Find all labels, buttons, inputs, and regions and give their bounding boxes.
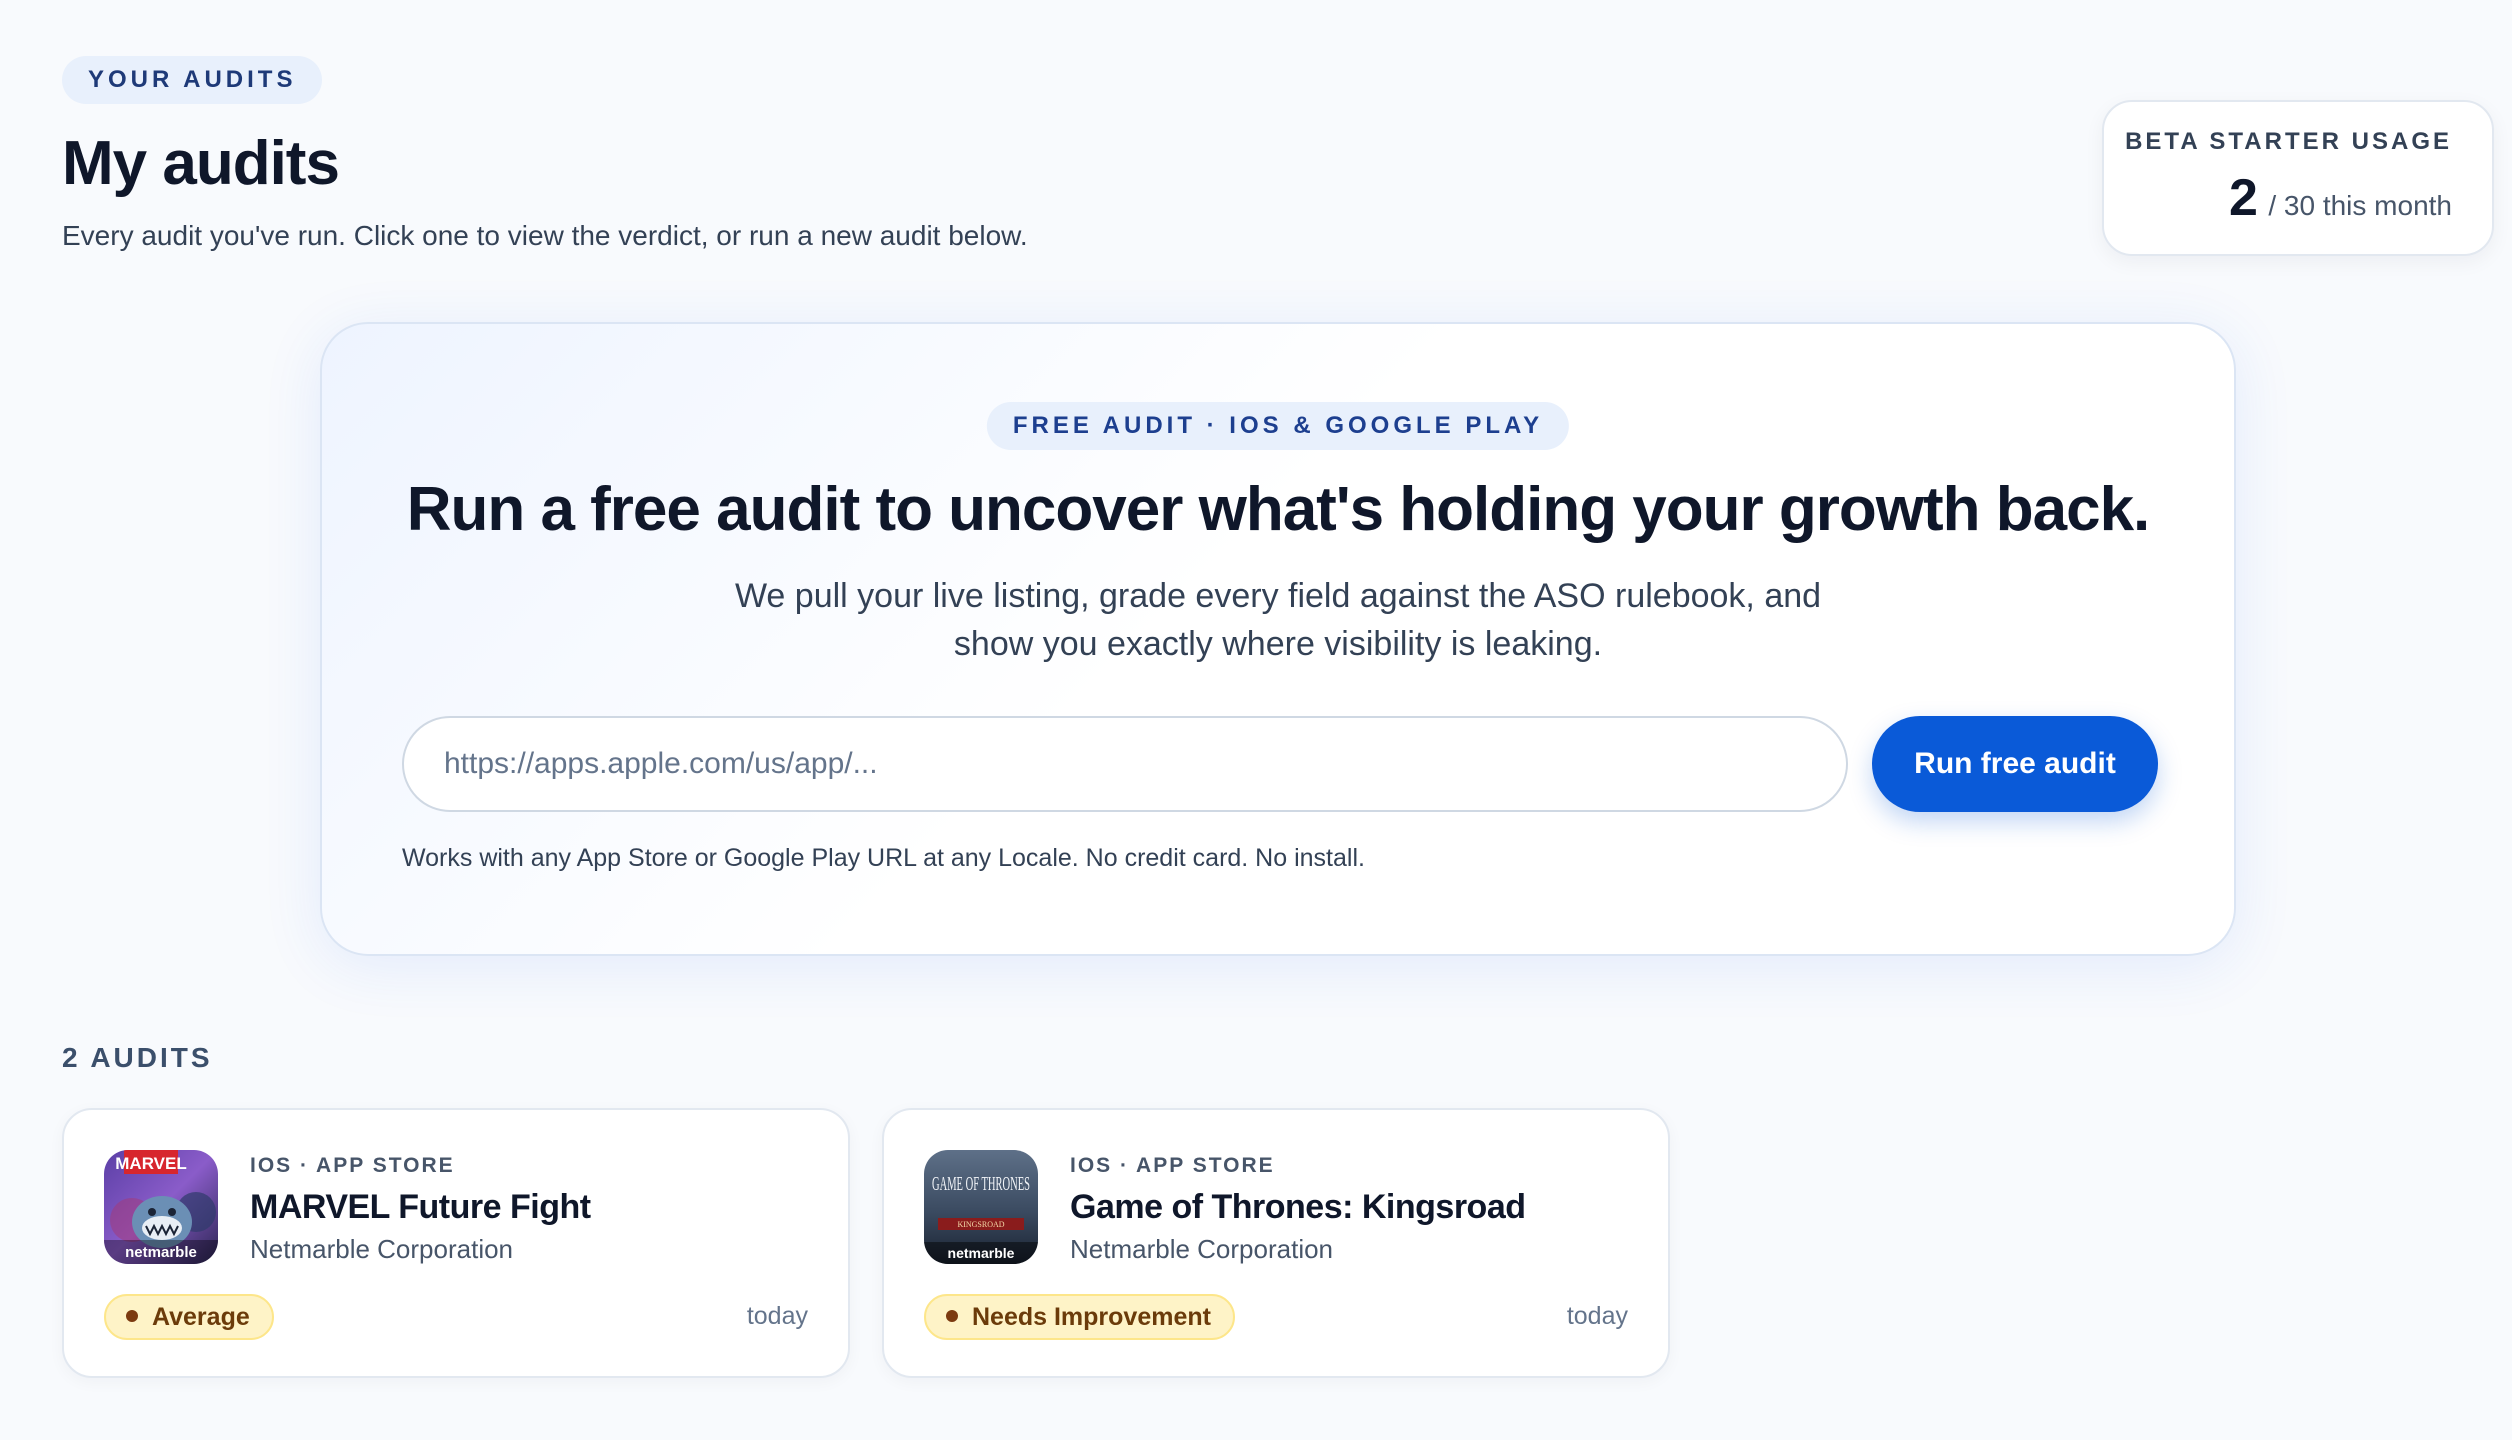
usage-value: 2 / 30 this month xyxy=(2104,168,2452,228)
page-subtitle: Every audit you've run. Click one to vie… xyxy=(62,220,1028,251)
app-developer: Netmarble Corporation xyxy=(250,1234,514,1264)
app-name: Game of Thrones: Kingsroad xyxy=(1070,1188,1526,1226)
hero-description: We pull your live listing, grade every f… xyxy=(734,577,1822,663)
marvel-future-fight-app-icon: MARVEL netmarble xyxy=(104,1150,218,1264)
app-name: MARVEL Future Fight xyxy=(250,1188,591,1226)
app-url-input[interactable] xyxy=(402,716,1848,812)
store-label: IOS · APP STORE xyxy=(1070,1154,1275,1177)
svg-text:MARVEL: MARVEL xyxy=(115,1154,186,1173)
svg-text:netmarble: netmarble xyxy=(125,1244,197,1261)
usage-count: 2 xyxy=(2228,169,2258,227)
usage-limit: / 30 this month xyxy=(2268,190,2452,221)
new-audit-card: FREE AUDIT · IOS & GOOGLE PLAY Run a fre… xyxy=(320,322,2236,956)
run-free-audit-button[interactable]: Run free audit xyxy=(1872,716,2158,812)
audit-date: today xyxy=(1566,1302,1628,1330)
hero-title: Run a free audit to uncover what's holdi… xyxy=(406,475,2151,544)
audit-date: today xyxy=(746,1302,808,1330)
status-dot-icon xyxy=(946,1310,958,1323)
store-label: IOS · APP STORE xyxy=(250,1154,455,1177)
audits-page: YOUR AUDITS My audits Every audit you've… xyxy=(0,0,2512,1440)
audits-count-heading: 2 AUDITS xyxy=(62,1042,213,1073)
app-developer: Netmarble Corporation xyxy=(1070,1234,1334,1264)
hero-footnote: Works with any App Store or Google Play … xyxy=(402,844,1365,872)
status-dot-icon xyxy=(126,1310,138,1323)
free-audit-pill: FREE AUDIT · IOS & GOOGLE PLAY xyxy=(986,402,1570,450)
audit-card[interactable]: GAME OF THRONES KINGSROAD netmarble IOS … xyxy=(882,1108,1670,1378)
status-badge: Needs Improvement xyxy=(924,1294,1235,1340)
svg-text:netmarble: netmarble xyxy=(948,1245,1015,1261)
audit-card[interactable]: MARVEL netmarble IOS · APP STORE MARVEL … xyxy=(62,1108,850,1378)
svg-text:KINGSROAD: KINGSROAD xyxy=(957,1220,1004,1229)
status-label: Average xyxy=(152,1303,250,1331)
section-eyebrow: YOUR AUDITS xyxy=(62,56,323,104)
status-label: Needs Improvement xyxy=(972,1303,1211,1331)
status-badge: Average xyxy=(104,1294,274,1340)
usage-card: BETA STARTER USAGE 2 / 30 this month xyxy=(2102,100,2494,256)
page-title: My audits xyxy=(62,129,340,198)
svg-text:GAME OF THRONES: GAME OF THRONES xyxy=(932,1173,1030,1195)
usage-label: BETA STARTER USAGE xyxy=(2125,128,2452,155)
game-of-thrones-kingsroad-app-icon: GAME OF THRONES KINGSROAD netmarble xyxy=(924,1150,1038,1264)
